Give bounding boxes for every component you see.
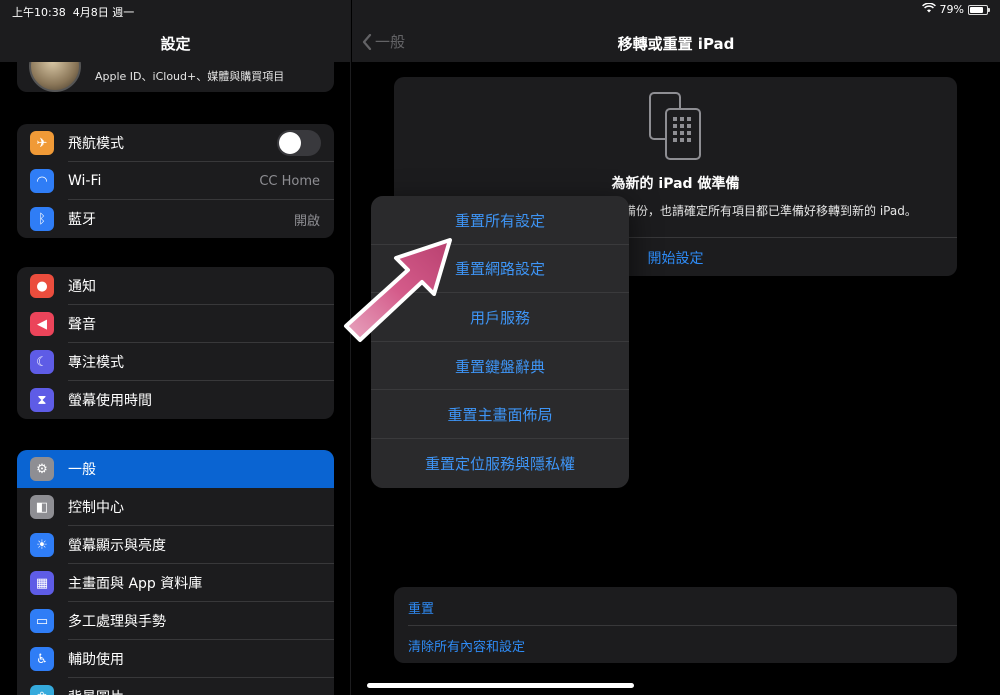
- sidebar-item[interactable]: ▭ 多工處理與手勢: [17, 602, 334, 640]
- sidebar-item-label: 螢幕使用時間: [68, 393, 152, 409]
- notification-icon: ●: [30, 274, 54, 298]
- menu-item[interactable]: 重置主畫面佈局: [371, 390, 629, 439]
- ipad-transfer-icon: [649, 92, 701, 160]
- toggle-knob: [279, 132, 301, 154]
- sidebar-item-label: 專注模式: [68, 355, 124, 371]
- moon-icon: ☾: [30, 350, 54, 374]
- sidebar-item[interactable]: ▦ 主畫面與 App 資料庫: [17, 564, 334, 602]
- status-right: 79%: [921, 2, 990, 16]
- sidebar-item-label: 控制中心: [68, 500, 124, 516]
- menu-item-label: 重置定位服務與隱私權: [424, 454, 575, 473]
- airplane-toggle[interactable]: [277, 130, 321, 156]
- sidebar-item-value: CC Home: [259, 173, 320, 189]
- status-time: 上午10:38 4月8日 週一: [12, 6, 135, 19]
- sidebar-item-label: 主畫面與 App 資料庫: [68, 576, 203, 592]
- sidebar-item-label: 通知: [68, 279, 96, 295]
- settings-group-notifications: ● 通知 ◀ 聲音 ☾ 專注模式 ⧗ 螢幕使用時間: [17, 267, 334, 419]
- sidebar-item[interactable]: ᛒ 藍牙 開啟: [17, 200, 334, 238]
- sidebar-item-label: 背景圖片: [68, 687, 124, 695]
- hourglass-icon: ⧗: [30, 388, 54, 412]
- profile-subtitle: Apple ID、iCloud+、媒體與購買項目: [95, 70, 285, 83]
- menu-item-label: 用戶服務: [469, 308, 530, 327]
- menu-item-label: 重置網路設定: [454, 260, 545, 279]
- pointer-arrow-icon: [344, 238, 452, 342]
- sidebar-item-value: 開啟: [293, 213, 320, 229]
- sun-icon: ☀: [30, 533, 54, 557]
- sidebar-item-label: 藍牙: [68, 212, 96, 228]
- settings-group-connectivity: ✈ 飛航模式 ◠ Wi-Fi CC Home ᛒ 藍牙 開啟: [17, 124, 334, 238]
- erase-all-button[interactable]: 清除所有內容和設定: [408, 636, 525, 655]
- sidebar-item[interactable]: ◧ 控制中心: [17, 488, 334, 526]
- status-bar: 上午10:38 4月8日 週一 79%: [0, 0, 1000, 20]
- reset-group: 重置 清除所有內容和設定: [394, 587, 957, 663]
- sidebar-item[interactable]: ☀ 螢幕顯示與亮度: [17, 526, 334, 564]
- sidebar-item-label: 多工處理與手勢: [68, 614, 166, 630]
- sidebar-item[interactable]: ⚙ 一般: [17, 450, 334, 488]
- settings-group-general: ⚙ 一般 ◧ 控制中心 ☀ 螢幕顯示與亮度 ▦ 主畫面與 App 資料庫 ▭ 多工處理與手勢 ♿ 輔助…: [17, 450, 334, 695]
- speaker-icon: ◀: [30, 312, 54, 336]
- airplane-icon: ✈: [30, 131, 54, 155]
- reset-button[interactable]: 重置: [408, 598, 434, 617]
- multitask-icon: ▭: [30, 609, 54, 633]
- menu-item[interactable]: 重置定位服務與隱私權: [371, 439, 629, 488]
- sidebar-item[interactable]: ◀ 聲音: [17, 305, 334, 343]
- battery-percent: 79%: [939, 3, 964, 16]
- accessibility-icon: ♿: [30, 647, 54, 671]
- menu-item-label: 重置鍵盤辭典: [454, 357, 545, 376]
- divider: [408, 625, 957, 626]
- menu-item-label: 重置主畫面佈局: [447, 406, 553, 425]
- sidebar-item[interactable]: ❀ 背景圖片: [17, 678, 334, 695]
- toggles-icon: ◧: [30, 495, 54, 519]
- wallpaper-icon: ❀: [30, 685, 54, 695]
- sidebar-item[interactable]: ☾ 專注模式: [17, 343, 334, 381]
- gear-icon: ⚙: [30, 457, 54, 481]
- sidebar-item[interactable]: ♿ 輔助使用: [17, 640, 334, 678]
- sidebar-title: 設定: [160, 35, 191, 53]
- bluetooth-icon: ᛒ: [30, 207, 54, 231]
- battery-icon: [968, 4, 990, 15]
- sidebar-item-label: 一般: [68, 462, 96, 478]
- sidebar-item-label: 輔助使用: [68, 652, 124, 668]
- sidebar-item[interactable]: ◠ Wi-Fi CC Home: [17, 162, 334, 200]
- page-title: 移轉或重置 iPad: [617, 35, 735, 53]
- sidebar-item-label: 飛航模式: [68, 136, 124, 152]
- wifi-icon: ◠: [30, 169, 54, 193]
- sidebar-item[interactable]: ● 通知: [17, 267, 334, 305]
- sidebar-item[interactable]: ⧗ 螢幕使用時間: [17, 381, 334, 419]
- sidebar-item-label: 螢幕顯示與亮度: [68, 538, 166, 554]
- grid-icon: ▦: [30, 571, 54, 595]
- home-indicator[interactable]: [367, 683, 634, 688]
- sidebar-item-label: Wi-Fi: [68, 173, 102, 189]
- wifi-status-icon: [921, 2, 936, 16]
- sidebar: 設定 Apple ID、iCloud+、媒體與購買項目 ✈ 飛航模式 ◠ Wi-Fi C…: [0, 0, 351, 695]
- sidebar-item[interactable]: ✈ 飛航模式: [17, 124, 334, 162]
- card-title: 為新的 iPad 做準備: [611, 176, 740, 192]
- sidebar-item-label: 聲音: [68, 317, 96, 333]
- menu-item-label: 重置所有設定: [454, 211, 545, 230]
